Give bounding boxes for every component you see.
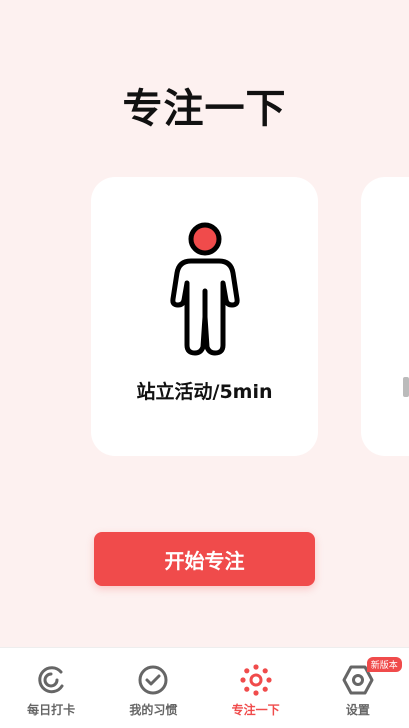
check-circle-icon xyxy=(138,665,168,695)
tab-focus[interactable]: 专注一下 xyxy=(205,648,307,728)
tab-daily-checkin[interactable]: 每日打卡 xyxy=(0,648,102,728)
page-title: 专注一下 xyxy=(122,86,287,132)
next-activity-card[interactable] xyxy=(361,177,409,456)
tab-label: 设置 xyxy=(345,703,370,717)
bottom-tab-bar: 每日打卡 我的习惯 专注一下 设置 新版本 xyxy=(0,647,409,728)
new-version-badge: 新版本 xyxy=(366,657,402,672)
start-focus-button[interactable]: 开始专注 xyxy=(94,532,315,586)
daily-checkin-icon xyxy=(38,666,64,694)
focus-dots-icon xyxy=(240,664,272,696)
next-card-peek xyxy=(403,377,409,397)
tab-label: 我的习惯 xyxy=(129,703,178,717)
standing-person-icon xyxy=(170,222,240,356)
tab-settings[interactable]: 设置 新版本 xyxy=(307,648,409,728)
tab-label: 每日打卡 xyxy=(27,703,76,717)
activity-card[interactable]: 站立活动/5min xyxy=(91,177,318,456)
tab-my-habits[interactable]: 我的习惯 xyxy=(102,648,204,728)
activity-carousel[interactable]: 站立活动/5min xyxy=(0,177,409,457)
tab-label: 专注一下 xyxy=(231,703,280,717)
activity-label: 站立活动/5min xyxy=(136,381,273,403)
